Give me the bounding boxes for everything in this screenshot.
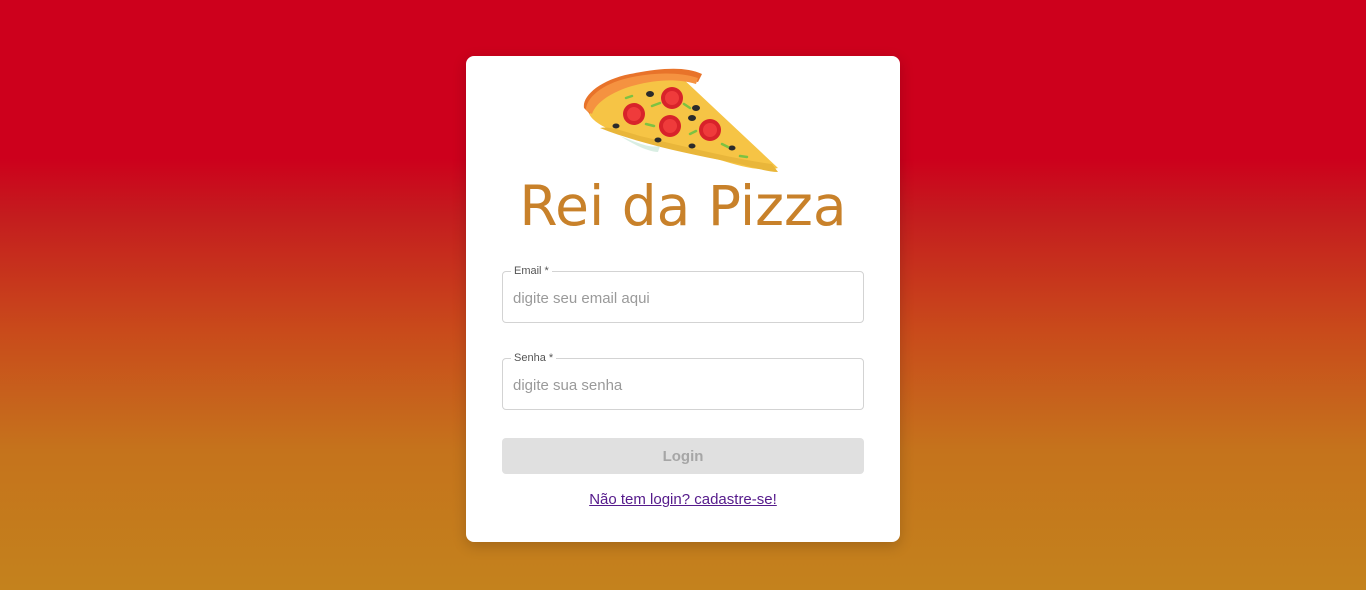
password-label: Senha *	[511, 351, 557, 365]
app-title: Rei da Pizza	[519, 174, 847, 238]
email-input[interactable]	[513, 287, 843, 309]
signup-link[interactable]: Não tem login? cadastre-se!	[466, 491, 900, 508]
login-card: Rei da Pizza Email * Senha * Login Não t…	[466, 56, 900, 542]
email-label: Email *	[511, 264, 552, 278]
email-field[interactable]: Email *	[502, 264, 864, 323]
password-field[interactable]: Senha *	[502, 351, 864, 410]
pizza-slice-icon	[583, 68, 778, 172]
password-input[interactable]	[513, 374, 843, 396]
login-button[interactable]: Login	[502, 438, 864, 474]
